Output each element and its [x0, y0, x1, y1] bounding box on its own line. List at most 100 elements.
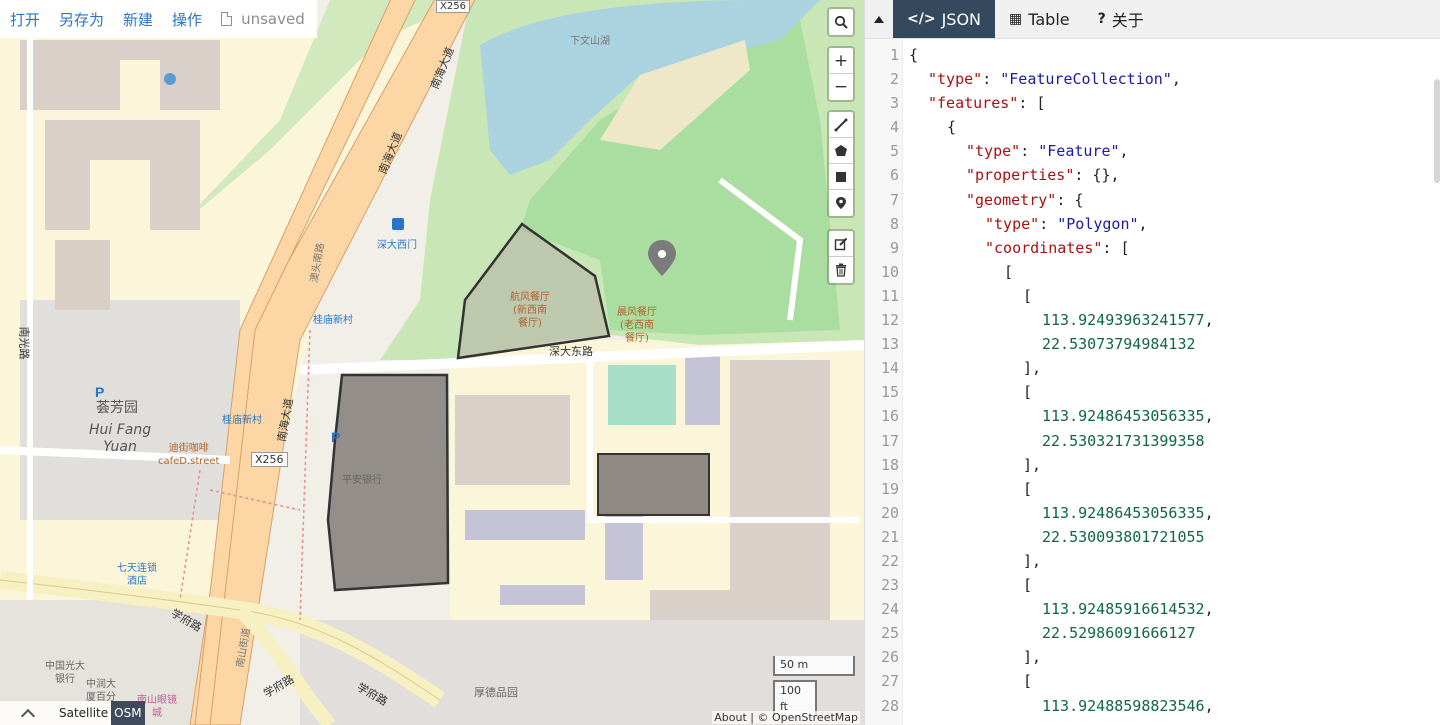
code-token: ,: [1204, 311, 1214, 330]
code-token: 113.92488598823546: [1042, 696, 1205, 715]
code-line[interactable]: 2 "type": "FeatureCollection",: [865, 67, 1440, 91]
line-number: 9: [889, 238, 899, 257]
tab-json-label: JSON: [941, 9, 982, 29]
code-line[interactable]: 21 22.530093801721055: [865, 525, 1440, 549]
code-line[interactable]: 7 "geometry": {: [865, 188, 1440, 212]
tab-about[interactable]: ? 关于: [1084, 0, 1158, 38]
code-line[interactable]: 19 [: [865, 477, 1440, 501]
poi-qitian: 七天连锁 酒店: [117, 563, 157, 587]
code-line[interactable]: 17 22.530321731399358: [865, 429, 1440, 453]
code-line[interactable]: 28 113.92488598823546,: [865, 694, 1440, 718]
draw-polygon-button[interactable]: [829, 138, 853, 164]
line-number: 17: [880, 431, 899, 450]
code-token: ,: [1204, 600, 1214, 619]
code-line[interactable]: 5 "type": "Feature",: [865, 139, 1440, 163]
code-line[interactable]: 10 [: [865, 260, 1440, 284]
code-line[interactable]: 20 113.92486453056335,: [865, 501, 1440, 525]
draw-marker-button[interactable]: [829, 190, 853, 216]
road-shield-x256: X256: [251, 452, 288, 467]
code-line[interactable]: 27 [: [865, 669, 1440, 693]
line-number: 18: [880, 455, 899, 474]
line-text: 22.530321731399358: [899, 429, 1205, 453]
draw-line-button[interactable]: [829, 112, 853, 138]
open-menu[interactable]: 打开: [10, 9, 40, 30]
line-text: [: [899, 573, 1032, 597]
bus-label-guimiao-1: 桂庙新村: [313, 315, 353, 326]
code-line[interactable]: 3 "features": [: [865, 91, 1440, 115]
search-button[interactable]: [829, 9, 853, 35]
code-token: 113.92486453056335: [1042, 503, 1205, 522]
code-line[interactable]: 13 22.53073794984132: [865, 332, 1440, 356]
code-line[interactable]: 8 "type": "Polygon",: [865, 212, 1440, 236]
edit-layers-button[interactable]: [829, 231, 853, 257]
line-number: 10: [880, 262, 899, 281]
code-line[interactable]: 26],: [865, 645, 1440, 669]
code-line[interactable]: 4{: [865, 115, 1440, 139]
new-menu[interactable]: 新建: [123, 9, 153, 30]
poi-guangda: 中国光大 银行: [45, 661, 85, 685]
map-canvas[interactable]: P P: [0, 0, 864, 725]
code-line[interactable]: 18],: [865, 453, 1440, 477]
line-text: ],: [899, 356, 1041, 380]
code-line[interactable]: 6 "properties": {},: [865, 163, 1440, 187]
search-icon: [834, 15, 848, 29]
layer-toggle-button[interactable]: [0, 701, 56, 725]
layer-osm[interactable]: OSM: [111, 701, 145, 725]
operations-menu[interactable]: 操作: [172, 9, 202, 30]
editor-scrollbar[interactable]: [1434, 79, 1440, 183]
line-text: 113.92493963241577,: [899, 308, 1214, 332]
json-editor[interactable]: 1{2 "type": "FeatureCollection", 3 "feature…: [865, 39, 1440, 725]
map-attribution[interactable]: About | © OpenStreetMap: [712, 711, 860, 724]
tab-json[interactable]: </> JSON: [893, 0, 996, 38]
code-token: "type": [966, 142, 1021, 161]
code-token: ],: [1023, 359, 1042, 378]
layer-satellite[interactable]: Satellite: [56, 701, 111, 725]
line-number: 19: [880, 479, 899, 498]
polygon-icon: [835, 144, 847, 156]
line-number: 4: [889, 118, 899, 137]
code-line[interactable]: 9 "coordinates": [: [865, 236, 1440, 260]
zoom-out-button[interactable]: −: [829, 74, 853, 100]
delete-layers-button[interactable]: [829, 257, 853, 283]
drawn-rectangle[interactable]: [597, 453, 710, 516]
code-line[interactable]: 14],: [865, 356, 1440, 380]
code-line[interactable]: 11 [: [865, 284, 1440, 308]
line-number: 20: [880, 503, 899, 522]
code-token: {: [947, 118, 957, 137]
code-token: [: [1023, 479, 1033, 498]
code-line[interactable]: 15 [: [865, 380, 1440, 404]
code-line[interactable]: 25 22.52986091666127: [865, 621, 1440, 645]
draw-rectangle-button[interactable]: [829, 164, 853, 190]
poi-hangfeng: 航风餐厅 (新西南 餐厅): [510, 292, 550, 329]
code-area[interactable]: 1{2 "type": "FeatureCollection", 3 "feature…: [865, 43, 1440, 718]
line-number: 7: [889, 190, 899, 209]
line-text: 113.92486453056335,: [899, 404, 1214, 428]
collapse-pane-button[interactable]: [865, 0, 893, 38]
save-as-menu[interactable]: 另存为: [59, 9, 104, 30]
code-token: ,: [1204, 696, 1214, 715]
code-token: [: [1004, 262, 1014, 281]
code-line[interactable]: 23 [: [865, 573, 1440, 597]
code-line[interactable]: 1{: [865, 43, 1440, 67]
road-label-nanguang: 南光路: [17, 326, 31, 360]
code-line[interactable]: 12 113.92493963241577,: [865, 308, 1440, 332]
zoom-in-button[interactable]: +: [829, 48, 853, 74]
tab-about-label: 关于: [1111, 11, 1144, 30]
code-token: :: [1020, 142, 1039, 161]
line-number: 12: [880, 311, 899, 330]
road-shield-x256-top: X256: [436, 0, 470, 13]
code-token: "features": [928, 94, 1019, 113]
code-line[interactable]: 16 113.92486453056335,: [865, 404, 1440, 428]
code-line[interactable]: 22],: [865, 549, 1440, 573]
code-token: :: [1039, 214, 1058, 233]
line-text: [: [899, 380, 1032, 404]
bus-label-guimiao-2: 桂庙新村: [222, 415, 262, 426]
file-status-label: unsaved: [241, 10, 305, 28]
bus-label-shenda-west: 深大西门: [377, 240, 417, 251]
code-line[interactable]: 24 113.92485916614532,: [865, 597, 1440, 621]
file-status[interactable]: unsaved: [221, 10, 305, 28]
line-number: 21: [880, 527, 899, 546]
map-view[interactable]: P P 下文山湖 X256 南海大道 南海大道 南海大道 X256 深大东路 南…: [0, 0, 864, 725]
line-number: 2: [889, 70, 899, 89]
tab-table[interactable]: ▦ Table: [995, 0, 1084, 38]
